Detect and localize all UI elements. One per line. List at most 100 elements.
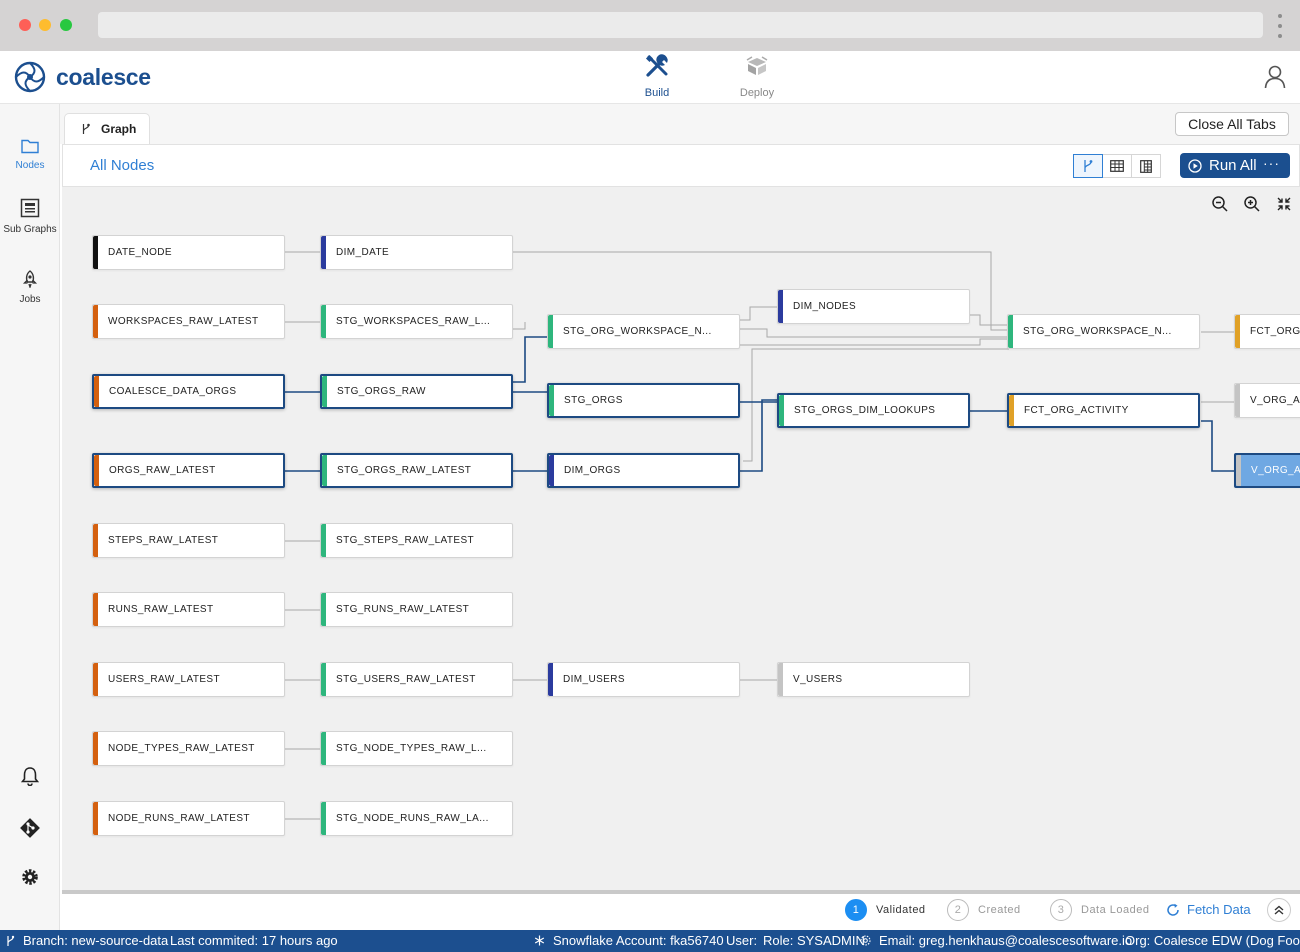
sidebar-item-label: Nodes [15,160,45,171]
tab-label: Graph [101,122,137,136]
graph-node[interactable]: STG_USERS_RAW_LATEST [320,662,513,697]
node-label: STG_ORG_WORKSPACE_N... [563,326,712,337]
node-type-color-bar [1008,315,1013,348]
run-all-label: Run All [1209,157,1257,174]
browser-menu-icon[interactable] [1277,14,1283,38]
graph-node[interactable]: DIM_USERS [547,662,740,697]
graph-node[interactable]: V_ORG_AC [1234,453,1300,488]
graph-node[interactable]: DATE_NODE [92,235,285,270]
node-label: STG_ORGS_RAW_LATEST [337,465,472,476]
node-type-color-bar [94,455,99,486]
footer-email: Email: greg.henkhaus@coalescesoftware.io [860,933,1132,948]
node-label: V_USERS [793,674,843,685]
graph-node[interactable]: V_USERS [777,662,970,697]
node-label: DATE_NODE [108,247,172,258]
node-type-color-bar [548,663,553,696]
graph-node[interactable]: STG_ORGS_RAW_LATEST [320,453,513,488]
fetch-data-label: Fetch Data [1187,902,1251,917]
graph-node[interactable]: STG_ORGS_DIM_LOOKUPS [777,393,970,428]
node-type-color-bar [93,593,98,626]
graph-node[interactable]: STG_NODE_RUNS_RAW_LA... [320,801,513,836]
node-label: STG_ORG_WORKSPACE_N... [1023,326,1172,337]
graph-node[interactable]: STG_ORGS_RAW [320,374,513,409]
graph-node[interactable]: STG_RUNS_RAW_LATEST [320,592,513,627]
graph-node[interactable]: FCT_ORG_ [1234,314,1300,349]
footer-branch[interactable]: Branch: new-source-data [6,933,168,948]
graph-node[interactable]: DIM_NODES [777,289,970,324]
dag-graph-canvas[interactable]: DATE_NODE DIM_DATE WORKSPACES_RAW_LATEST ST… [62,187,1300,890]
node-type-color-bar [321,732,326,765]
run-all-button[interactable]: Run All ··· [1180,153,1290,178]
graph-node[interactable]: DIM_DATE [320,235,513,270]
window-maximize-button[interactable] [60,19,72,31]
nav-build-label: Build [644,87,670,99]
app-header: coalesce Build Deploy [0,51,1300,104]
column-view-button[interactable] [1131,154,1161,178]
graph-node[interactable]: DIM_ORGS [547,453,740,488]
sidebar-item-subgraphs[interactable]: Sub Graphs [0,198,60,236]
graph-node[interactable]: NODE_TYPES_RAW_LATEST [92,731,285,766]
tab-graph[interactable]: Graph [64,113,150,144]
node-type-color-bar [321,663,326,696]
table-view-button[interactable] [1102,154,1132,178]
window-close-button[interactable] [19,19,31,31]
graph-node[interactable]: STG_NODE_TYPES_RAW_L... [320,731,513,766]
node-label: STG_ORGS_DIM_LOOKUPS [794,405,936,416]
node-type-color-bar [779,395,784,426]
node-type-color-bar [93,732,98,765]
column-view-icon [1140,159,1152,173]
sidebar-item-jobs[interactable]: Jobs [0,270,60,306]
deploy-box-icon [746,56,768,75]
node-label: FCT_ORG_ [1250,326,1300,337]
node-label: DIM_ORGS [564,465,621,476]
node-label: STG_RUNS_RAW_LATEST [336,604,470,615]
run-options-button[interactable]: ··· [1263,155,1280,171]
address-bar[interactable] [98,12,1263,38]
graph-node[interactable]: STG_STEPS_RAW_LATEST [320,523,513,558]
fetch-data-button[interactable]: Fetch Data [1166,902,1251,917]
user-profile-icon[interactable] [1264,65,1286,89]
footer-account-label: Snowflake Account: fka56740 [553,933,724,948]
nav-deploy[interactable]: Deploy [727,53,787,99]
node-label: STG_NODE_TYPES_RAW_L... [336,743,487,754]
graph-node[interactable]: FCT_ORG_ACTIVITY [1007,393,1200,428]
pipeline-status-row: 1 Validated 2 Created 3 Data Loaded Fetc… [62,894,1300,930]
bell-icon[interactable] [21,766,39,786]
node-label: RUNS_RAW_LATEST [108,604,214,615]
graph-node[interactable]: WORKSPACES_RAW_LATEST [92,304,285,339]
close-all-tabs-button[interactable]: Close All Tabs [1175,112,1289,136]
graph-node[interactable]: STG_ORGS [547,383,740,418]
graph-node[interactable]: STEPS_RAW_LATEST [92,523,285,558]
graph-node[interactable]: NODE_RUNS_RAW_LATEST [92,801,285,836]
graph-node[interactable]: STG_WORKSPACES_RAW_L... [320,304,513,339]
window-minimize-button[interactable] [39,19,51,31]
graph-node[interactable]: RUNS_RAW_LATEST [92,592,285,627]
graph-node[interactable]: STG_ORG_WORKSPACE_N... [1007,314,1200,349]
left-sidebar: Nodes Sub Graphs Jobs [0,104,60,930]
brand-logo[interactable]: coalesce [14,61,151,93]
gear-icon[interactable] [20,867,40,887]
git-icon[interactable] [19,817,41,839]
nav-deploy-label: Deploy [739,87,775,99]
graph-node[interactable]: V_ORG_AC [1234,383,1300,418]
view-mode-switcher [1073,154,1161,178]
graph-node[interactable]: STG_ORG_WORKSPACE_N... [547,314,740,349]
collapse-panel-button[interactable] [1267,898,1291,922]
nav-build[interactable]: Build [627,53,687,99]
graph-node[interactable]: ORGS_RAW_LATEST [92,453,285,488]
sidebar-item-nodes[interactable]: Nodes [0,138,60,172]
node-label: WORKSPACES_RAW_LATEST [108,316,259,327]
node-type-color-bar [1236,455,1241,486]
node-label: COALESCE_DATA_ORGS [109,386,237,397]
footer-user: User: [726,933,758,948]
branch-icon [82,123,90,134]
graph-node[interactable]: USERS_RAW_LATEST [92,662,285,697]
step-label: Created [978,904,1021,916]
view-title[interactable]: All Nodes [90,157,154,174]
node-label: STEPS_RAW_LATEST [108,535,219,546]
node-label: DIM_USERS [563,674,625,685]
build-tools-icon [645,54,668,77]
graph-node[interactable]: COALESCE_DATA_ORGS [92,374,285,409]
branch-icon [7,935,15,946]
graph-view-button[interactable] [1073,154,1103,178]
